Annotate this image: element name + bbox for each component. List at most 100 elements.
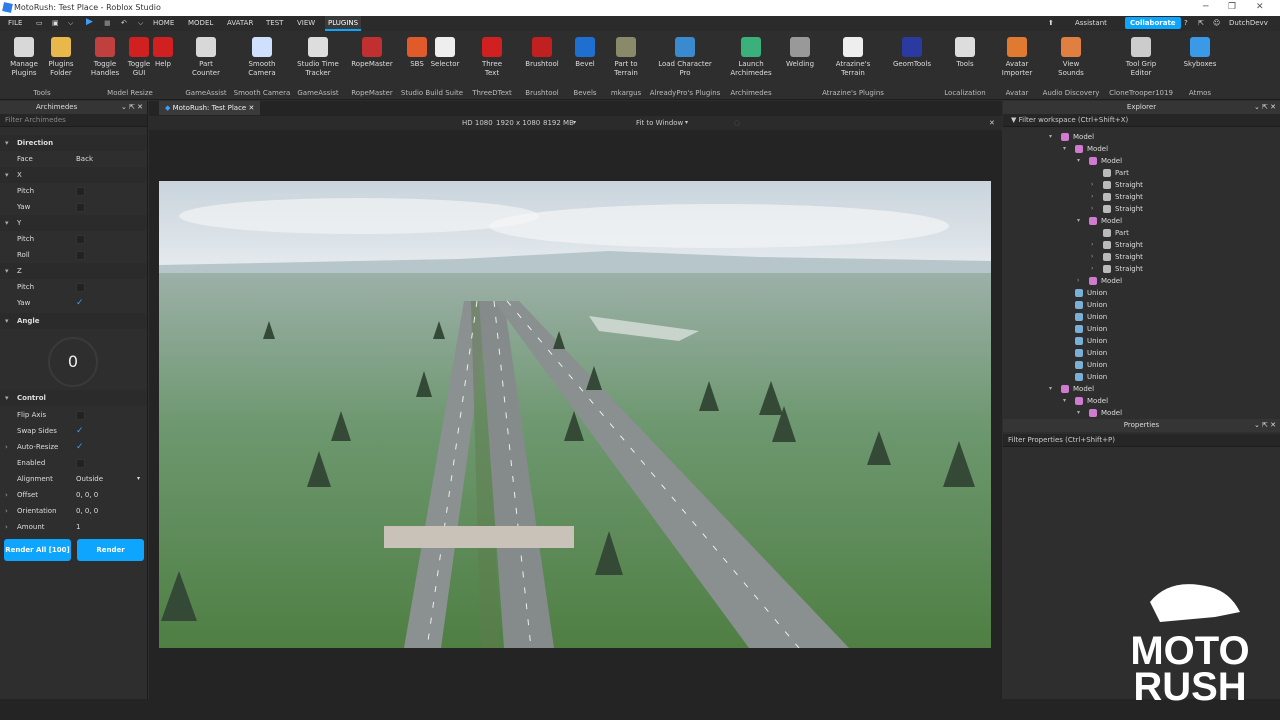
archimedes-filter-input[interactable]: Filter Archimedes [0,114,147,127]
explorer-item[interactable]: ▾ Model [1003,131,1280,143]
x-yaw-checkbox[interactable] [76,203,85,212]
explorer-item[interactable]: Part [1003,227,1280,239]
menu-home[interactable]: HOME [153,19,174,27]
new-file-icon[interactable]: ▭ [36,19,43,27]
help-circle-icon[interactable]: ? [1184,19,1188,27]
menu-model[interactable]: MODEL [188,19,213,27]
explorer-item[interactable]: Part [1003,167,1280,179]
render-button[interactable]: Render [77,539,144,561]
explorer-item[interactable]: › Straight [1003,251,1280,263]
expand-arrow-icon[interactable]: ▾ [1077,215,1080,227]
undo-dropdown-icon[interactable]: ⌵ [68,19,73,28]
angle-dial[interactable]: 0 [48,337,98,387]
user-name[interactable]: DutchDevv [1229,19,1268,27]
explorer-item[interactable]: ▾ Model [1003,383,1280,395]
ribbon-button-20[interactable]: Tools [935,37,995,69]
explorer-item[interactable]: Union [1003,371,1280,383]
alignment-row[interactable]: Alignment Outside ▾ [0,471,147,487]
chevron-down-icon[interactable]: ▾ [573,116,576,130]
explorer-item[interactable]: Union [1003,311,1280,323]
render-all-button[interactable]: Render All [100] [4,539,71,561]
ribbon-button-15[interactable]: Load Character Pro [655,37,715,78]
device-select[interactable]: HD 1080 [462,116,493,130]
explorer-item[interactable]: ▾ Model [1003,155,1280,167]
close-icon[interactable]: ✕ [1256,2,1264,12]
y-pitch-row[interactable]: Pitch [0,231,147,247]
expand-arrow-icon[interactable]: ▾ [1049,383,1052,395]
face-row[interactable]: Face Back [0,151,147,167]
x-section[interactable]: ▾ X [0,167,147,183]
face-value[interactable]: Back [76,151,93,167]
ribbon-button-7[interactable]: Studio Time Tracker [288,37,348,78]
expand-arrow-icon[interactable]: ▾ [1049,131,1052,143]
chevron-down-icon[interactable]: ▾ [685,116,688,130]
y-roll-row[interactable]: Roll [0,247,147,263]
enabled-row[interactable]: Enabled [0,455,147,471]
expand-arrow-icon[interactable]: › [1091,239,1093,251]
expand-arrow-icon[interactable]: ▾ [1077,407,1080,417]
explorer-close-icon[interactable]: ⌄ ⇱ ✕ [1254,101,1276,114]
explorer-item[interactable]: Union [1003,359,1280,371]
control-section[interactable]: ▾ Control [0,390,147,406]
menu-avatar[interactable]: AVATAR [227,19,253,27]
x-pitch-row[interactable]: Pitch [0,183,147,199]
menu-view[interactable]: VIEW [297,19,315,27]
ribbon-button-5[interactable]: Part Counter [176,37,236,78]
explorer-item[interactable]: Union [1003,299,1280,311]
ribbon-button-23[interactable]: Tool Grip Editor [1111,37,1171,78]
menu-file[interactable]: FILE [8,19,22,27]
user-icon[interactable]: ☺ [1213,19,1220,27]
collaborate-button[interactable]: Collaborate [1125,17,1181,29]
maximize-icon[interactable]: ❐ [1228,2,1236,12]
swap-sides-checkbox[interactable]: ✓ [76,427,85,436]
swap-sides-row[interactable]: Swap Sides ✓ [0,423,147,439]
z-pitch-checkbox[interactable] [76,283,85,292]
properties-close-icon[interactable]: ⌄ ⇱ ✕ [1254,419,1276,432]
panel-close-icon[interactable]: ⌄ ⇱ ✕ [121,101,143,114]
properties-filter-input[interactable]: Filter Properties (Ctrl+Shift+P) [1003,434,1280,447]
ribbon-button-17[interactable]: Welding [770,37,830,69]
explorer-item[interactable]: Union [1003,323,1280,335]
explorer-item[interactable]: › Straight [1003,179,1280,191]
place-tab[interactable]: ◆ MotoRush: Test Place ✕ [159,101,261,115]
assistant-icon[interactable]: ⬆ [1048,19,1054,27]
tab-close-icon[interactable]: ✕ [248,104,254,112]
ribbon-button-24[interactable]: Skyboxes [1170,37,1230,69]
explorer-item[interactable]: Union [1003,347,1280,359]
x-pitch-checkbox[interactable] [76,187,85,196]
viewport-close-icon[interactable]: ✕ [989,116,995,130]
expand-arrow-icon[interactable]: › [1091,179,1093,191]
ribbon-button-19[interactable]: GeomTools [882,37,942,69]
expand-arrow-icon[interactable]: › [1077,275,1079,287]
y-pitch-checkbox[interactable] [76,235,85,244]
memory-select[interactable]: 8192 MB [543,116,574,130]
expand-arrow-icon[interactable]: ▾ [1063,143,1066,155]
expand-arrow-icon[interactable]: › [1091,203,1093,215]
share-icon[interactable]: ⇱ [1198,19,1204,27]
game-viewport[interactable] [159,181,991,648]
explorer-filter-input[interactable]: ▼ Filter workspace (Ctrl+Shift+X) [1003,114,1280,127]
undo-icon[interactable]: ↶ [121,19,127,27]
menu-test[interactable]: TEST [266,19,283,27]
explorer-item[interactable]: › Straight [1003,203,1280,215]
minimize-icon[interactable]: ─ [1203,2,1208,12]
assistant-button[interactable]: Assistant [1075,19,1107,27]
enabled-checkbox[interactable] [76,459,85,468]
explorer-item[interactable]: › Model [1003,275,1280,287]
flip-axis-checkbox[interactable] [76,411,85,420]
alignment-select[interactable]: Outside [76,471,103,487]
explorer-item[interactable]: › Straight [1003,191,1280,203]
expand-arrow-icon[interactable]: ▾ [1063,395,1066,407]
ribbon-button-21[interactable]: Avatar Importer [987,37,1047,78]
z-yaw-checkbox[interactable]: ✓ [76,299,85,308]
explorer-item[interactable]: › Straight [1003,239,1280,251]
auto-resize-checkbox[interactable]: ✓ [76,443,85,452]
explorer-item[interactable]: ▾ Model [1003,143,1280,155]
expand-arrow-icon[interactable]: › [1091,191,1093,203]
z-section[interactable]: ▾ Z [0,263,147,279]
fit-select[interactable]: Fit to Window [636,116,683,130]
stop-icon[interactable]: ■ [104,19,111,27]
ribbon-button-18[interactable]: Atrazine's Terrain [823,37,883,78]
chevron-down-icon[interactable]: ▾ [137,471,140,487]
x-yaw-row[interactable]: Yaw [0,199,147,215]
